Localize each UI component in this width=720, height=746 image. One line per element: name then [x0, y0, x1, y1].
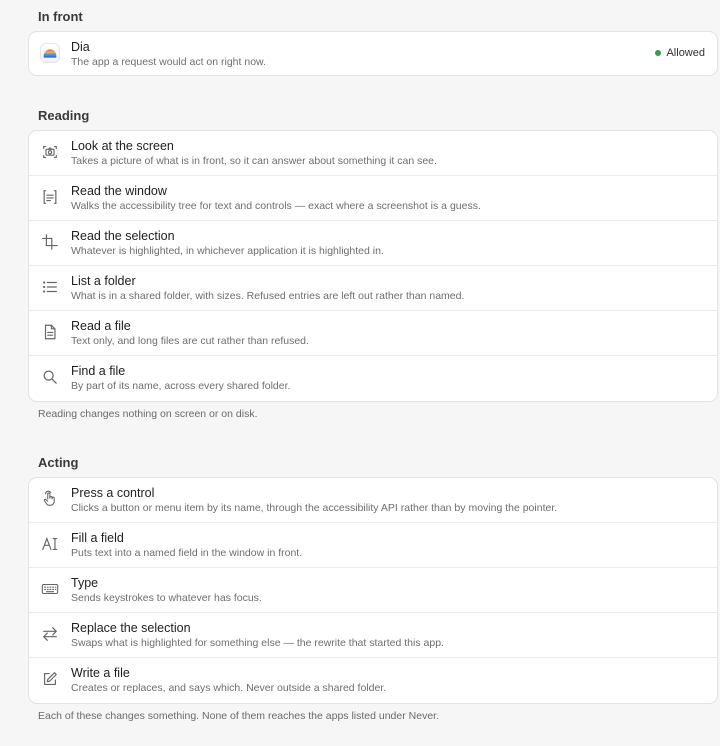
document-icon — [40, 322, 60, 342]
acting-item-description: Puts text into a named field in the wind… — [71, 547, 303, 559]
edit-icon — [40, 669, 60, 689]
status-badge: Allowed — [655, 47, 705, 59]
acting-item-title: Replace the selection — [71, 621, 191, 635]
reading-item-title: Read the selection — [71, 229, 175, 243]
reading-item-description: What is in a shared folder, with sizes. … — [71, 290, 465, 302]
reading-heading: Reading — [38, 108, 90, 123]
reading-item-description: Takes a picture of what is in front, so … — [71, 155, 437, 167]
reading-item-list-folder[interactable]: List a folder What is in a shared folder… — [29, 266, 717, 311]
reading-item-read-file[interactable]: Read a file Text only, and long files ar… — [29, 311, 717, 356]
reading-item-description: Whatever is highlighted, in whichever ap… — [71, 245, 384, 257]
acting-item-title: Write a file — [71, 666, 130, 680]
acting-item-title: Press a control — [71, 486, 155, 500]
acting-item-type[interactable]: Type Sends keystrokes to whatever has fo… — [29, 568, 717, 613]
reading-item-description: Text only, and long files are cut rather… — [71, 335, 309, 347]
acting-item-press-control[interactable]: Press a control Clicks a button or menu … — [29, 478, 717, 523]
reading-item-title: Read the window — [71, 184, 167, 198]
acting-note: Each of these changes something. None of… — [38, 710, 439, 722]
reading-note: Reading changes nothing on screen or on … — [38, 408, 258, 420]
acting-item-title: Fill a field — [71, 531, 124, 545]
reading-card: Look at the screen Takes a picture of wh… — [28, 130, 718, 402]
reading-item-title: List a folder — [71, 274, 136, 288]
app-description: The app a request would act on right now… — [71, 56, 266, 68]
reading-item-look-at-screen[interactable]: Look at the screen Takes a picture of wh… — [29, 131, 717, 176]
reading-item-find-file[interactable]: Find a file By part of its name, across … — [29, 356, 717, 401]
reading-item-description: By part of its name, across every shared… — [71, 380, 291, 392]
acting-card: Press a control Clicks a button or menu … — [28, 477, 718, 704]
in-front-heading: In front — [38, 9, 83, 24]
keyboard-icon — [40, 579, 60, 599]
text-cursor-icon — [40, 534, 60, 554]
in-front-app-row[interactable]: Dia The app a request would act on right… — [29, 32, 717, 75]
acting-item-title: Type — [71, 576, 99, 590]
acting-item-write-file[interactable]: Write a file Creates or replaces, and sa… — [29, 658, 717, 703]
acting-item-description: Clicks a button or menu item by its name… — [71, 502, 558, 514]
camera-icon — [40, 142, 60, 162]
reading-item-read-window[interactable]: Read the window Walks the accessibility … — [29, 176, 717, 221]
reading-item-description: Walks the accessibility tree for text an… — [71, 200, 481, 212]
window-text-icon — [40, 187, 60, 207]
reading-item-title: Find a file — [71, 364, 126, 378]
acting-item-description: Creates or replaces, and says which. Nev… — [71, 682, 387, 694]
crop-icon — [40, 232, 60, 252]
reading-item-title: Read a file — [71, 319, 131, 333]
search-icon — [40, 367, 60, 387]
acting-item-description: Swaps what is highlighted for something … — [71, 637, 444, 649]
in-front-card: Dia The app a request would act on right… — [28, 31, 718, 76]
swap-arrows-icon — [40, 624, 60, 644]
hand-pointer-icon — [40, 489, 60, 509]
status-dot-icon — [655, 50, 662, 56]
acting-item-fill-field[interactable]: Fill a field Puts text into a named fiel… — [29, 523, 717, 568]
status-label: Allowed — [666, 47, 705, 59]
reading-item-read-selection[interactable]: Read the selection Whatever is highlight… — [29, 221, 717, 266]
acting-item-description: Sends keystrokes to whatever has focus. — [71, 592, 262, 604]
reading-item-title: Look at the screen — [71, 139, 174, 153]
app-name: Dia — [71, 40, 90, 54]
list-icon — [40, 277, 60, 297]
acting-heading: Acting — [38, 455, 79, 470]
acting-item-replace-selection[interactable]: Replace the selection Swaps what is high… — [29, 613, 717, 658]
dia-app-icon — [40, 43, 60, 63]
